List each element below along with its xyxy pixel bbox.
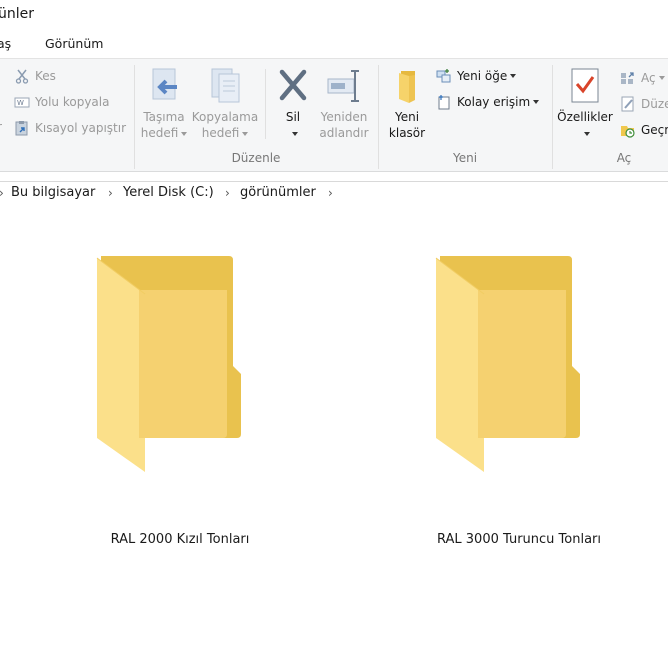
ribbon: Kes W Yolu kopyala r Kısayol yapıştır Ta… xyxy=(0,58,668,172)
history-button[interactable]: Geçm xyxy=(620,120,668,140)
new-folder-label-2: klasör xyxy=(388,126,426,140)
edit-button[interactable]: Düze xyxy=(620,94,668,114)
rename-icon xyxy=(324,67,364,105)
copy-to-label-1: Kopyalama xyxy=(191,110,259,124)
clipped-label-fragment: r xyxy=(0,120,2,134)
open-icon xyxy=(620,70,636,86)
copy-path-icon: W xyxy=(14,94,30,110)
paste-shortcut-button[interactable]: r Kısayol yapıştır xyxy=(0,118,126,138)
chevron-down-icon xyxy=(533,100,540,104)
chevron-down-icon xyxy=(583,131,590,136)
delete-label: Sil xyxy=(285,110,301,124)
breadcrumb-separator-icon: › xyxy=(328,186,333,200)
cut-label: Kes xyxy=(35,69,56,83)
chevron-down-icon xyxy=(242,131,249,136)
easy-access-button[interactable]: Kolay erişim xyxy=(436,92,540,112)
address-bar[interactable]: › Bu bilgisayar › Yerel Disk (C:) › görü… xyxy=(0,181,668,207)
file-list: RAL 2000 Kızıl Tonları RAL 3000 Turuncu … xyxy=(0,206,668,646)
rename-label-1: Yeniden xyxy=(320,110,368,124)
copy-to-button[interactable]: Kopyalama hedefi xyxy=(190,67,260,141)
open-button[interactable]: Aç xyxy=(620,68,665,88)
ribbon-tabs: aş Görünüm xyxy=(0,30,668,58)
move-to-icon xyxy=(147,67,181,105)
open-group-label: Aç xyxy=(616,151,632,165)
group-divider xyxy=(552,65,553,169)
edit-label: Düze xyxy=(641,97,668,111)
breadcrumb-separator-icon: › xyxy=(108,186,113,200)
open-label: Aç xyxy=(641,71,656,85)
scissors-icon xyxy=(14,68,30,84)
folder-icon xyxy=(96,256,241,472)
organize-group-label: Düzenle xyxy=(231,151,281,165)
paste-shortcut-label: Kısayol yapıştır xyxy=(35,121,127,135)
breadcrumb-separator-icon: › xyxy=(225,186,230,200)
group-divider xyxy=(134,65,135,169)
breadcrumb-separator-icon: › xyxy=(0,186,4,200)
rename-button[interactable]: Yeniden adlandır xyxy=(314,67,374,141)
move-to-button[interactable]: Taşıma hedefi xyxy=(138,67,190,141)
delete-icon xyxy=(276,67,310,105)
title-bar: ünler xyxy=(0,0,668,30)
folder-item[interactable]: RAL 3000 Turuncu Tonları xyxy=(434,254,634,547)
breadcrumb-current-folder[interactable]: görünümler xyxy=(240,185,316,200)
properties-label: Özellikler xyxy=(557,110,613,124)
properties-button[interactable]: Özellikler xyxy=(556,67,614,141)
history-label: Geçm xyxy=(641,123,668,137)
new-folder-label-1: Yeni xyxy=(394,110,420,124)
breadcrumb-local-disk[interactable]: Yerel Disk (C:) xyxy=(123,185,214,200)
group-divider xyxy=(378,65,379,169)
copy-to-icon xyxy=(208,67,242,105)
copy-path-label: Yolu kopyala xyxy=(35,95,110,109)
chevron-down-icon xyxy=(510,74,517,78)
inner-divider xyxy=(265,69,266,139)
folder-icon xyxy=(435,256,580,472)
breadcrumb-this-pc[interactable]: Bu bilgisayar xyxy=(11,185,95,200)
easy-access-icon xyxy=(436,94,452,110)
tab-view[interactable]: Görünüm xyxy=(45,36,103,51)
new-item-label: Yeni öğe xyxy=(457,69,508,83)
new-item-icon xyxy=(436,68,452,84)
folder-item[interactable]: RAL 2000 Kızıl Tonları xyxy=(95,254,295,547)
rename-label-2: adlandır xyxy=(319,126,369,140)
new-item-button[interactable]: Yeni öğe xyxy=(436,66,517,86)
folder-name: RAL 3000 Turuncu Tonları xyxy=(437,532,601,547)
window-title: ünler xyxy=(0,6,35,22)
copy-to-label-2: hedefi xyxy=(201,126,240,140)
move-to-label-2: hedefi xyxy=(140,126,179,140)
new-folder-icon xyxy=(391,67,423,105)
history-icon xyxy=(620,122,636,138)
properties-icon xyxy=(569,67,601,105)
move-to-label-1: Taşıma xyxy=(143,110,185,124)
chevron-down-icon xyxy=(181,131,188,136)
delete-button[interactable]: Sil xyxy=(272,67,314,141)
copy-path-button[interactable]: W Yolu kopyala xyxy=(0,92,109,112)
edit-icon xyxy=(620,96,636,112)
chevron-down-icon xyxy=(291,131,298,136)
chevron-down-icon xyxy=(658,76,665,80)
paste-shortcut-icon xyxy=(14,120,30,136)
svg-text:W: W xyxy=(17,99,24,107)
folder-name: RAL 2000 Kızıl Tonları xyxy=(110,532,250,547)
new-group-label: Yeni xyxy=(452,151,478,165)
new-folder-button[interactable]: Yeni klasör xyxy=(384,67,430,141)
cut-button[interactable]: Kes xyxy=(0,66,56,86)
easy-access-label: Kolay erişim xyxy=(457,95,531,109)
tab-share[interactable]: aş xyxy=(0,36,11,51)
